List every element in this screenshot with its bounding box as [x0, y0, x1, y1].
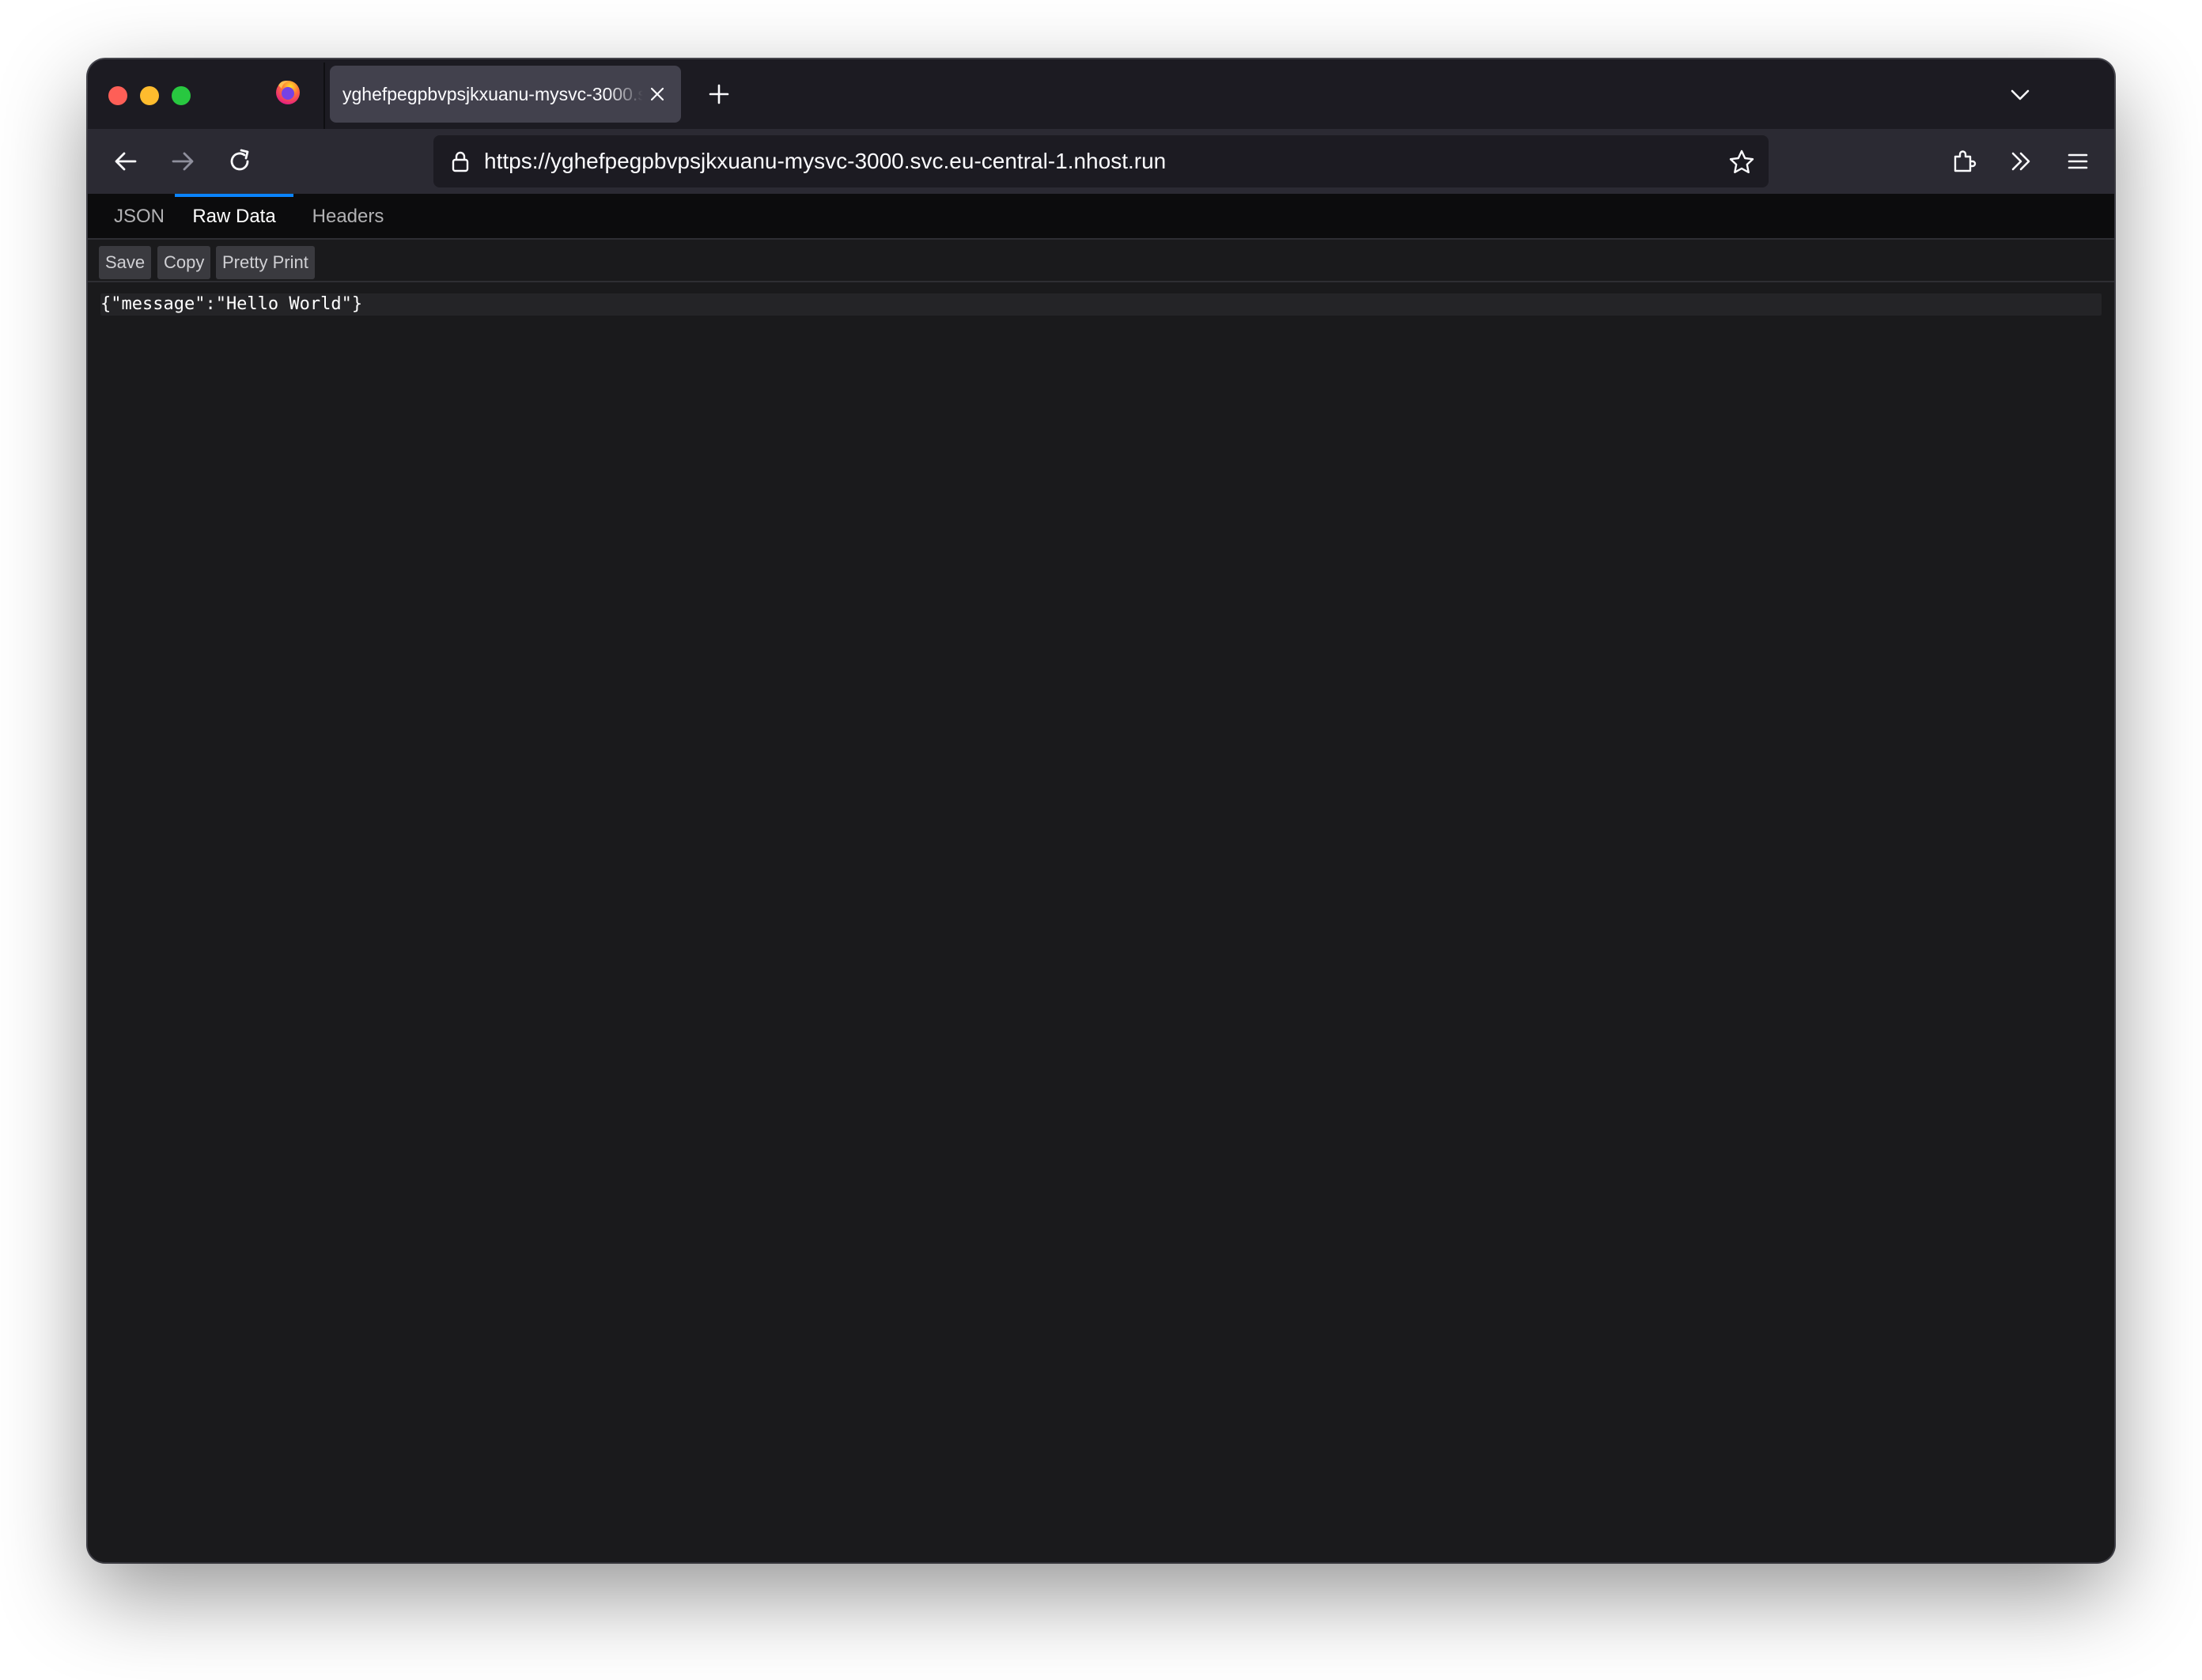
- viewer-toolbar: Save Copy Pretty Print: [88, 240, 2114, 282]
- plus-icon[interactable]: [703, 78, 735, 110]
- zoom-window-button[interactable]: [172, 86, 191, 105]
- tab-raw-data[interactable]: Raw Data: [175, 194, 293, 240]
- browser-window: yghefpegpbvpsjkxuanu-mysvc-3000.svc.eu-c…: [88, 59, 2114, 1562]
- tab-divider: [323, 62, 325, 129]
- save-button[interactable]: Save: [99, 246, 152, 279]
- pretty-print-button[interactable]: Pretty Print: [216, 246, 315, 279]
- puzzle-icon[interactable]: [1948, 146, 1980, 177]
- raw-data-text: {"message":"Hello World"}: [100, 294, 363, 314]
- firefox-logo-icon: [276, 81, 300, 104]
- close-icon[interactable]: [648, 85, 667, 104]
- raw-data-block: {"message":"Hello World"}: [100, 293, 2102, 316]
- chevron-down-icon[interactable]: [2007, 81, 2034, 108]
- url-bar[interactable]: https://yghefpegpbvpsjkxuanu-mysvc-3000.…: [433, 135, 1769, 187]
- json-viewer: JSON Raw Data Headers Save Copy Pretty P…: [88, 194, 2114, 1562]
- arrow-right-icon[interactable]: [167, 146, 199, 177]
- arrow-left-icon[interactable]: [110, 146, 142, 177]
- reload-icon[interactable]: [224, 146, 255, 177]
- tab-json[interactable]: JSON: [97, 194, 181, 240]
- minimize-window-button[interactable]: [140, 86, 159, 105]
- active-tab[interactable]: yghefpegpbvpsjkxuanu-mysvc-3000.svc.eu-c…: [330, 66, 681, 123]
- url-text[interactable]: https://yghefpegpbvpsjkxuanu-mysvc-3000.…: [484, 135, 1166, 187]
- tab-strip: yghefpegpbvpsjkxuanu-mysvc-3000.svc.eu-c…: [88, 59, 2114, 129]
- viewer-tab-bar: JSON Raw Data Headers: [88, 194, 2114, 240]
- hamburger-menu-icon[interactable]: [2062, 146, 2094, 177]
- navigation-bar: https://yghefpegpbvpsjkxuanu-mysvc-3000.…: [88, 129, 2114, 194]
- close-window-button[interactable]: [108, 86, 127, 105]
- star-icon[interactable]: [1727, 148, 1756, 176]
- tab-headers[interactable]: Headers: [298, 194, 398, 240]
- lock-icon[interactable]: [448, 149, 473, 174]
- double-chevron-icon[interactable]: [2005, 146, 2037, 177]
- tab-title: yghefpegpbvpsjkxuanu-mysvc-3000.svc.eu-c…: [342, 84, 643, 104]
- copy-button[interactable]: Copy: [157, 246, 211, 279]
